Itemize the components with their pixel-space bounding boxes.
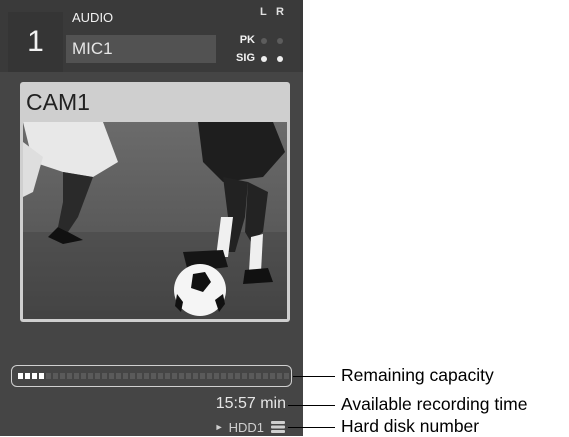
signal-label: SIG (236, 52, 255, 64)
meter-channel-right-label: R (276, 6, 284, 18)
capacity-segment (25, 373, 30, 379)
capacity-segment (221, 373, 226, 379)
callout-leader-disk (288, 427, 335, 428)
capacity-segment (32, 373, 37, 379)
capacity-segment (144, 373, 149, 379)
hard-disk-indicator[interactable]: ► HDD1 (215, 418, 286, 436)
capacity-segment (39, 373, 44, 379)
peak-right-indicator (277, 38, 283, 44)
meter-channel-left-label: L (260, 6, 267, 18)
capacity-segment (102, 373, 107, 379)
capacity-segment (200, 373, 205, 379)
callout-remaining-capacity: Remaining capacity (341, 365, 494, 385)
audio-source-field[interactable]: MIC1 (66, 35, 216, 63)
capacity-segment (214, 373, 219, 379)
capacity-segment (249, 373, 254, 379)
camera-label: CAM1 (26, 89, 90, 115)
capacity-segment (263, 373, 268, 379)
audio-header: 1 AUDIO MIC1 L R PK SIG (0, 0, 303, 72)
capacity-segment (186, 373, 191, 379)
remaining-capacity-bar (18, 373, 289, 379)
capacity-segment (137, 373, 142, 379)
callout-leader-capacity (293, 376, 335, 377)
capacity-segment (228, 373, 233, 379)
channel-number[interactable]: 1 (8, 12, 63, 72)
callout-available-recording-time: Available recording time (341, 394, 528, 414)
capacity-segment (81, 373, 86, 379)
capacity-segment (235, 373, 240, 379)
capacity-segment (74, 373, 79, 379)
capacity-segment (151, 373, 156, 379)
available-recording-time: 15:57 min (215, 395, 286, 412)
remaining-capacity-frame (11, 365, 292, 387)
capacity-segment (46, 373, 51, 379)
capacity-segment (130, 373, 135, 379)
callout-leader-time (288, 405, 335, 406)
capacity-segment (88, 373, 93, 379)
chevron-right-icon: ► (214, 422, 224, 432)
capacity-segment (179, 373, 184, 379)
capacity-segment (277, 373, 282, 379)
capacity-segment (18, 373, 23, 379)
capacity-segment (60, 373, 65, 379)
audio-source-value: MIC1 (72, 39, 113, 58)
hard-disk-number: HDD1 (228, 419, 264, 435)
hdd-stack-icon (271, 421, 285, 433)
peak-label: PK (239, 34, 255, 46)
capacity-segment (193, 373, 198, 379)
capacity-segment (172, 373, 177, 379)
signal-left-indicator (261, 56, 267, 62)
capacity-segment (123, 373, 128, 379)
audio-label: AUDIO (72, 10, 114, 25)
capacity-segment (53, 373, 58, 379)
capacity-segment (67, 373, 72, 379)
capacity-segment (242, 373, 247, 379)
capacity-segment (109, 373, 114, 379)
capacity-segment (116, 373, 121, 379)
capacity-segment (270, 373, 275, 379)
channel-panel: 1 AUDIO MIC1 L R PK SIG CAM1 15:57 min ►… (0, 0, 303, 436)
signal-right-indicator (277, 56, 283, 62)
soccer-video-frame-image (23, 122, 287, 319)
capacity-segment (207, 373, 212, 379)
capacity-segment (158, 373, 163, 379)
capacity-segment (256, 373, 261, 379)
capacity-segment (95, 373, 100, 379)
capacity-segment (165, 373, 170, 379)
capacity-segment (284, 373, 289, 379)
callout-hard-disk-number: Hard disk number (341, 416, 480, 436)
camera-preview-image (23, 122, 287, 319)
peak-left-indicator (261, 38, 267, 44)
camera-card[interactable]: CAM1 (20, 82, 290, 322)
